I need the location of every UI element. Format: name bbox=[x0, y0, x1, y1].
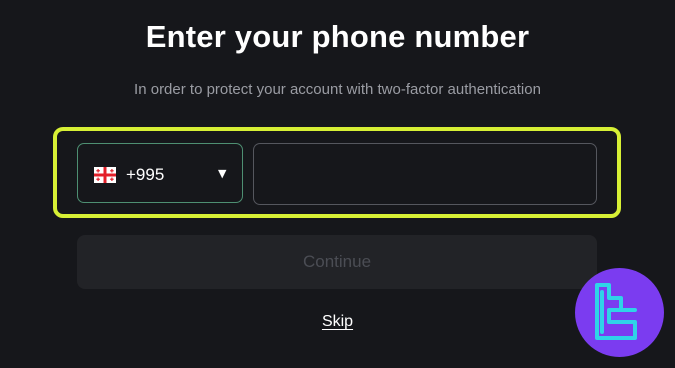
skip-link[interactable]: Skip bbox=[322, 313, 353, 330]
caret-down-icon: ▼ bbox=[218, 167, 227, 180]
country-code-select[interactable]: +995 ▼ bbox=[77, 143, 243, 203]
phone-number-input[interactable] bbox=[253, 143, 597, 205]
dial-code: +995 bbox=[126, 165, 165, 184]
georgia-flag-icon bbox=[94, 167, 116, 183]
tradingfinder-logo-icon bbox=[575, 268, 664, 357]
continue-button[interactable]: Continue bbox=[77, 235, 597, 289]
page-subtitle: In order to protect your account with tw… bbox=[134, 81, 541, 98]
skip-link-row: Skip bbox=[0, 312, 675, 332]
logo-glyph-icon bbox=[595, 283, 637, 340]
page-title: Enter your phone number bbox=[145, 19, 530, 54]
